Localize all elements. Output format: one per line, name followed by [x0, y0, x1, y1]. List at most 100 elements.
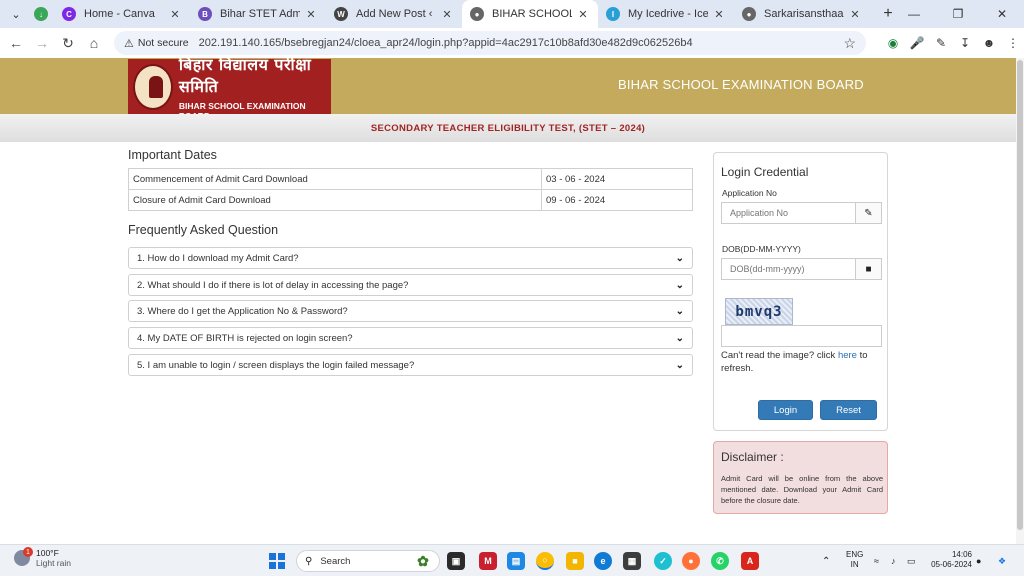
scrollbar-thumb[interactable]	[1017, 60, 1023, 530]
back-arrow-icon[interactable]: ←	[4, 31, 28, 55]
wifi-icon[interactable]: ≈	[874, 545, 879, 576]
whatsapp-icon[interactable]: ✆	[711, 552, 729, 570]
calculator-icon[interactable]: ▦	[623, 552, 641, 570]
captcha-refresh-link[interactable]: here	[838, 350, 857, 361]
page-scrollbar[interactable]	[1016, 58, 1024, 544]
clock[interactable]: 14:06 05-06-2024	[926, 550, 972, 570]
minimize-icon[interactable]: —	[892, 7, 936, 21]
menu-dots-icon[interactable]: ⋮	[1004, 34, 1022, 52]
maximize-icon[interactable]: ❐	[936, 7, 980, 21]
microphone-icon[interactable]: 🎤	[908, 34, 926, 52]
speaker-icon[interactable]: ♪	[891, 545, 896, 576]
firefox-icon[interactable]: ●	[682, 552, 700, 570]
chevron-down-icon[interactable]: ⌄	[676, 360, 684, 371]
acrobat-icon[interactable]: A	[741, 552, 759, 570]
tab-bihar-school-examination[interactable]: ● BIHAR SCHOOL EXAMINATION ✕	[462, 0, 598, 28]
faq-item[interactable]: 4. My DATE OF BIRTH is rejected on login…	[128, 327, 693, 349]
extension-icons: ◉ 🎤 ✎ ↧ ☻ ⋮	[884, 34, 1022, 52]
chevron-down-icon[interactable]: ⌄	[676, 280, 684, 291]
globe-icon: ●	[742, 7, 756, 21]
warning-icon[interactable]: ⚠	[124, 37, 134, 50]
disclaimer-text: Admit Card will be online from the above…	[721, 474, 883, 505]
tab-close-icon[interactable]: ✕	[576, 8, 590, 21]
mcafee-icon[interactable]: M	[479, 552, 497, 570]
security-label[interactable]: Not secure	[138, 37, 189, 49]
weather-widget[interactable]: 1 100°F Light rain	[14, 547, 71, 568]
board-title: BIHAR SCHOOL EXAMINATION BOARD	[618, 77, 864, 92]
file-explorer-icon[interactable]: ■	[566, 552, 584, 570]
tab-close-icon[interactable]: ✕	[848, 8, 862, 21]
browser-tab-strip: ⌄ ↓ C Home - Canva ✕ B Bihar STET Admit …	[0, 0, 1024, 28]
notification-bell-icon[interactable]: ●	[976, 545, 981, 576]
home-icon[interactable]: ⌂	[82, 31, 106, 55]
edge-icon[interactable]: e	[594, 552, 612, 570]
dob-input[interactable]	[722, 259, 855, 279]
battery-icon[interactable]: ▭	[907, 545, 916, 576]
window-controls: — ❐ ✕	[892, 0, 1024, 28]
chrome-icon[interactable]: ○	[536, 552, 554, 570]
tab-pinned[interactable]: ↓	[28, 0, 54, 28]
bookmark-star-icon[interactable]: ☆	[843, 35, 856, 52]
address-bar[interactable]: ⚠ Not secure 202.191.140.165/bsebregjan2…	[114, 31, 866, 55]
tab-close-icon[interactable]: ✕	[168, 8, 182, 21]
login-button[interactable]: Login	[758, 400, 813, 420]
tab-search-chevron-icon[interactable]: ⌄	[4, 2, 28, 26]
tab-canva[interactable]: C Home - Canva ✕	[54, 0, 190, 28]
windows-start-icon[interactable]	[269, 553, 285, 569]
wordpress-icon: W	[334, 7, 348, 21]
faq-item[interactable]: 2. What should I do if there is lot of d…	[128, 274, 693, 296]
faq-question: 5. I am unable to login / screen display…	[137, 359, 415, 371]
chevron-down-icon[interactable]: ⌄	[676, 333, 684, 344]
store-icon[interactable]: ▤	[507, 552, 525, 570]
tab-icedrive[interactable]: I My Icedrive - Icedrive ✕	[598, 0, 734, 28]
tab-close-icon[interactable]: ✕	[440, 8, 454, 21]
tab-close-icon[interactable]: ✕	[304, 8, 318, 21]
tab-bihar-stet[interactable]: B Bihar STET Admit Card: Out ✕	[190, 0, 326, 28]
date-value: 09 - 06 - 2024	[541, 189, 693, 211]
date-value: 03 - 06 - 2024	[541, 168, 693, 190]
tab-add-new-post[interactable]: W Add New Post ‹ Sarkarisansthaan ✕	[326, 0, 462, 28]
icedrive-icon: I	[606, 7, 620, 21]
plant-widget-icon[interactable]: ✿	[414, 552, 432, 570]
exam-title: SECONDARY TEACHER ELIGIBILITY TEST, (STE…	[370, 122, 646, 134]
faq-item[interactable]: 3. Where do I get the Application No & P…	[128, 300, 693, 322]
faq-item[interactable]: 5. I am unable to login / screen display…	[128, 354, 693, 376]
lock-icon: ■	[855, 259, 881, 279]
language-indicator[interactable]: ENG IN	[846, 550, 863, 570]
profile-avatar-icon[interactable]: ☻	[980, 34, 998, 52]
faq-question: 1. How do I download my Admit Card?	[137, 252, 299, 264]
grammarly-icon[interactable]: ◉	[884, 34, 902, 52]
tab-sarkarisansthaan[interactable]: ● Sarkarisansthaan - Latest ✕	[734, 0, 870, 28]
download-icon[interactable]: ↧	[956, 34, 974, 52]
close-window-icon[interactable]: ✕	[980, 7, 1024, 21]
task-view-icon[interactable]: ▣	[447, 552, 465, 570]
captcha-input[interactable]	[721, 325, 882, 347]
application-no-input[interactable]	[722, 203, 855, 223]
site-icon: B	[198, 7, 212, 21]
extensions-puzzle-icon[interactable]: ✎	[932, 34, 950, 52]
bseb-seal-icon	[133, 63, 173, 110]
captcha-refresh-text: Can't read the image? click here to refr…	[721, 350, 868, 374]
logo-hindi-text: बिहार विद्यालय परीक्षा समिति	[178, 58, 312, 96]
reset-button[interactable]: Reset	[820, 400, 877, 420]
forward-arrow-icon[interactable]: →	[30, 31, 54, 55]
faq-question: 4. My DATE OF BIRTH is rejected on login…	[137, 332, 353, 344]
table-row: Commencement of Admit Card Download 03 -…	[128, 168, 693, 190]
disclaimer-title: Disclaimer :	[721, 450, 784, 464]
chevron-down-icon[interactable]: ⌄	[676, 253, 684, 264]
cloud-rain-icon: 1	[14, 547, 33, 566]
reload-icon[interactable]: ↻	[56, 31, 80, 55]
bseb-logo[interactable]: बिहार विद्यालय परीक्षा समिति BIHAR SCHOO…	[128, 58, 331, 121]
date-label: Closure of Admit Card Download	[128, 189, 542, 211]
url-text[interactable]: 202.191.140.165/bsebregjan24/cloea_apr24…	[199, 37, 844, 49]
site-header: बिहार विद्यालय परीक्षा समिति BIHAR SCHOO…	[0, 58, 1016, 121]
copilot-icon[interactable]: ❖	[998, 545, 1006, 576]
chevron-down-icon[interactable]: ⌄	[676, 306, 684, 317]
faq-item[interactable]: 1. How do I download my Admit Card? ⌄	[128, 247, 693, 269]
tab-title: Sarkarisansthaan - Latest	[764, 8, 844, 20]
app-icon[interactable]: ✓	[654, 552, 672, 570]
tab-title: Home - Canva	[84, 8, 155, 20]
chevron-up-icon[interactable]: ⌃	[822, 545, 830, 576]
tab-close-icon[interactable]: ✕	[712, 8, 726, 21]
important-dates-table: Commencement of Admit Card Download 03 -…	[128, 168, 693, 211]
